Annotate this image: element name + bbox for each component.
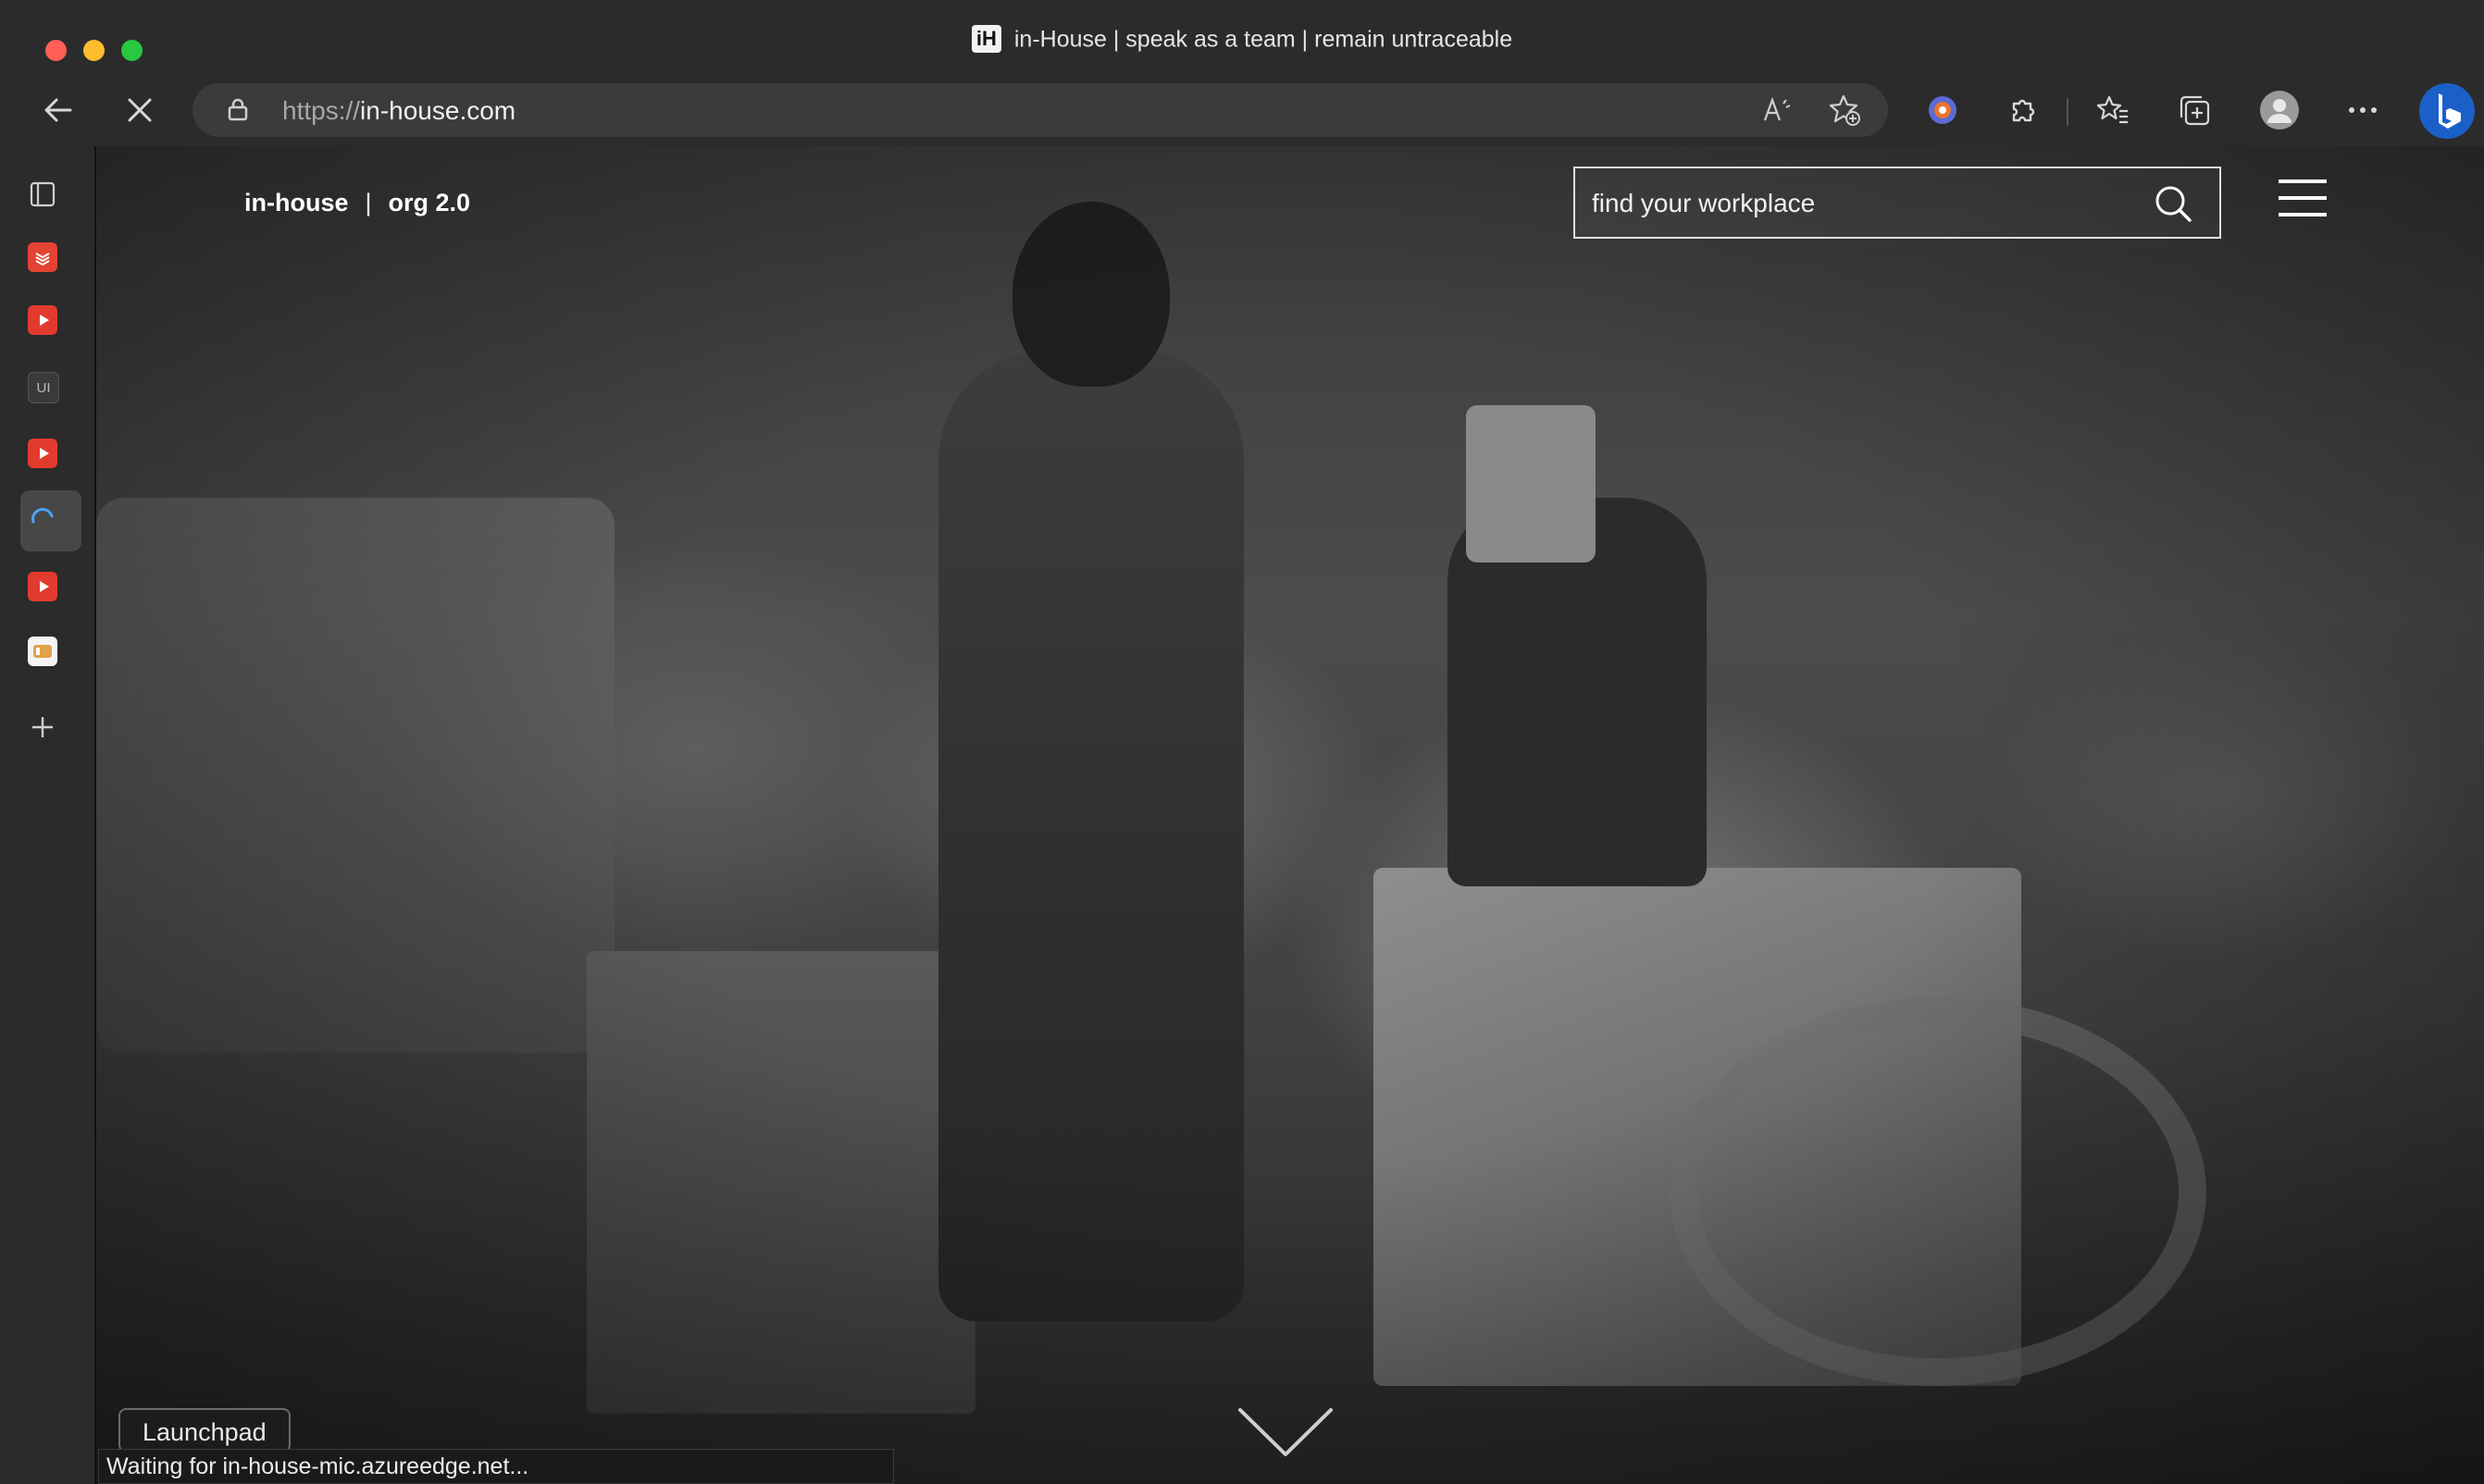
todoist-icon[interactable] bbox=[28, 242, 57, 272]
menu-button[interactable] bbox=[2279, 179, 2327, 216]
address-bar[interactable]: https://in-house.com bbox=[193, 83, 1888, 137]
loading-spinner-icon[interactable] bbox=[28, 505, 57, 535]
tabs-glyph bbox=[30, 181, 56, 207]
collections-icon[interactable] bbox=[2173, 89, 2216, 131]
tab-actions-icon[interactable] bbox=[28, 179, 57, 209]
brand-name: in-house bbox=[244, 189, 349, 216]
add-favorite-icon[interactable] bbox=[1827, 93, 1862, 128]
collections-glyph bbox=[2180, 95, 2210, 126]
todoist-glyph bbox=[35, 253, 50, 266]
read-aloud-glyph bbox=[1763, 96, 1791, 121]
back-button[interactable] bbox=[37, 89, 80, 131]
puzzle-glyph bbox=[2012, 99, 2035, 122]
hamburger-line bbox=[2279, 196, 2327, 200]
search-icon[interactable] bbox=[2153, 183, 2193, 224]
ellipsis-glyph bbox=[2349, 107, 2377, 113]
star-plus-glyph bbox=[1829, 94, 1860, 126]
brand-version: org 2.0 bbox=[388, 189, 471, 216]
plus-icon bbox=[32, 717, 53, 737]
app-window-icon[interactable] bbox=[28, 637, 57, 666]
back-arrow-icon bbox=[44, 98, 72, 122]
status-bar: Waiting for in-house-mic.azureedge.net..… bbox=[98, 1449, 894, 1484]
avatar-glyph bbox=[2260, 91, 2299, 130]
window-titlebar: iH in-House | speak as a team | remain un… bbox=[0, 0, 2484, 76]
read-aloud-icon[interactable] bbox=[1760, 93, 1795, 128]
url-text[interactable]: https://in-house.com bbox=[282, 95, 515, 127]
add-sidebar-app-button[interactable] bbox=[28, 712, 57, 742]
toolbar-divider bbox=[2067, 98, 2068, 126]
more-options-icon[interactable] bbox=[2341, 89, 2384, 131]
workplace-search-input[interactable] bbox=[1590, 185, 2140, 222]
bing-glyph bbox=[2419, 83, 2475, 139]
tab-title: iH in-House | speak as a team | remain un… bbox=[0, 22, 2484, 55]
ui-app-icon[interactable]: UI bbox=[28, 372, 59, 403]
profile-avatar-icon[interactable] bbox=[2258, 89, 2301, 131]
site-brand[interactable]: in-house | org 2.0 bbox=[244, 187, 470, 218]
extensions-icon[interactable] bbox=[2001, 89, 2043, 131]
spinner-glyph bbox=[31, 508, 54, 524]
browser-sidebar: UI bbox=[0, 146, 96, 1484]
page-viewport: in-house | org 2.0 bbox=[96, 146, 2484, 1484]
hamburger-line bbox=[2279, 213, 2327, 216]
stop-loading-button[interactable] bbox=[118, 89, 161, 131]
youtube-icon[interactable] bbox=[28, 305, 57, 335]
workplace-search-box bbox=[1573, 167, 2221, 239]
bing-copilot-icon[interactable] bbox=[2417, 81, 2477, 141]
background-vignette bbox=[96, 146, 2484, 1484]
favorites-glyph bbox=[2096, 95, 2128, 124]
browser-toolbar: https://in-house.com bbox=[0, 76, 2484, 146]
launchpad-tooltip: Launchpad bbox=[118, 1408, 291, 1453]
site-favicon-icon: iH bbox=[971, 25, 1001, 54]
url-protocol: https:// bbox=[282, 96, 361, 125]
hamburger-line bbox=[2279, 179, 2327, 183]
app-window-glyph bbox=[33, 645, 52, 658]
favorites-icon[interactable] bbox=[2092, 89, 2134, 131]
scroll-down-chevron-icon[interactable] bbox=[1236, 1404, 1335, 1460]
close-icon bbox=[128, 98, 152, 122]
youtube-icon[interactable] bbox=[28, 439, 57, 468]
lock-icon[interactable] bbox=[228, 98, 248, 121]
tab-title-text: in-House | speak as a team | remain untr… bbox=[1013, 26, 1513, 53]
brand-separator: | bbox=[365, 189, 372, 216]
extension-colorful-glyph bbox=[1929, 96, 1956, 124]
url-host: in-house.com bbox=[360, 96, 516, 125]
extension-colorful-icon[interactable] bbox=[1921, 89, 1964, 131]
youtube-icon[interactable] bbox=[28, 572, 57, 601]
